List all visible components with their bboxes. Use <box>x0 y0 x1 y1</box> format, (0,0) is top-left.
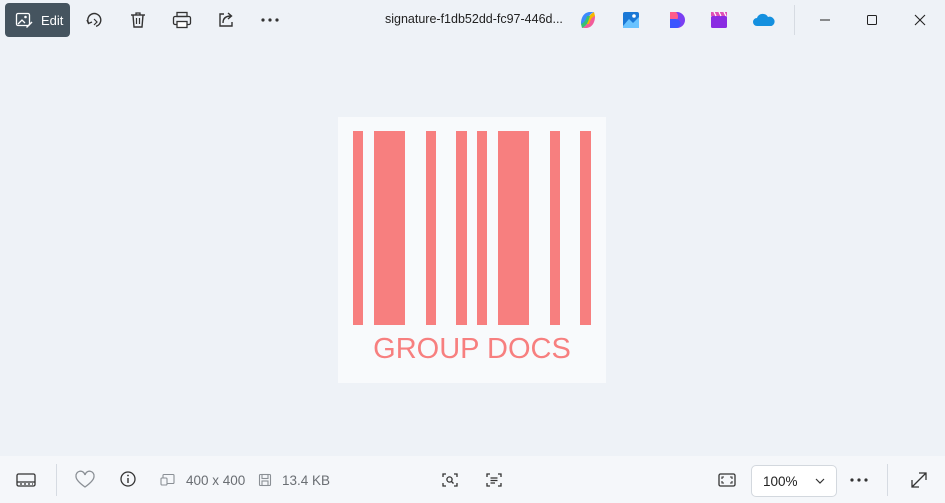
minimize-button[interactable] <box>803 5 847 35</box>
rotate-icon <box>86 12 102 27</box>
clipchamp-app-button[interactable] <box>665 9 687 31</box>
edit-button[interactable]: Edit <box>5 3 70 37</box>
minimize-icon <box>820 19 830 21</box>
barcode-caption: GROUP DOCS <box>373 333 571 365</box>
video-editor-app-button[interactable] <box>708 9 730 31</box>
maximize-icon <box>867 15 877 25</box>
filmstrip-icon <box>16 473 36 487</box>
fit-to-window-button[interactable] <box>714 467 740 493</box>
barcode-bars <box>353 131 591 325</box>
onedrive-app-button[interactable] <box>752 9 775 31</box>
visual-search-button[interactable] <box>437 467 463 493</box>
maximize-button[interactable] <box>850 5 894 35</box>
heart-icon <box>75 470 95 488</box>
copilot-icon <box>581 12 595 28</box>
fullscreen-button[interactable] <box>906 467 932 493</box>
onedrive-icon <box>753 13 775 26</box>
file-name: signature-f1db52dd-fc97-446d... <box>385 12 563 26</box>
file-size: 13.4 KB <box>282 473 331 488</box>
share-button[interactable] <box>210 5 242 35</box>
clapperboard-icon <box>711 11 727 28</box>
copilot-app-button[interactable] <box>577 9 599 31</box>
title-bar: Edit signature-f1db52dd-fc97-446d... <box>0 0 945 40</box>
edit-label: Edit <box>41 12 64 28</box>
close-icon <box>914 14 926 26</box>
more-view-options-button[interactable] <box>846 467 872 493</box>
photos-app-button[interactable] <box>620 9 642 31</box>
more-options-button[interactable] <box>254 5 286 35</box>
file-size-icon <box>258 473 272 487</box>
info-button[interactable] <box>115 467 141 493</box>
status-divider <box>56 464 57 496</box>
rotate-button[interactable] <box>78 5 110 35</box>
close-button[interactable] <box>898 5 942 35</box>
info-icon <box>120 471 136 487</box>
edit-image-icon <box>15 12 33 28</box>
more-icon <box>261 18 279 22</box>
dimensions-icon <box>160 473 175 486</box>
trash-icon <box>131 12 145 28</box>
toolbar-divider <box>794 5 795 35</box>
text-scan-icon <box>486 473 502 487</box>
barcode-image: GROUP DOCS <box>353 131 591 365</box>
printer-icon <box>172 11 192 29</box>
text-recognition-button[interactable] <box>481 467 507 493</box>
image-dimensions: 400 x 400 <box>186 473 246 488</box>
fit-window-icon <box>718 473 736 487</box>
filmstrip-toggle-button[interactable] <box>13 467 39 493</box>
expand-icon <box>911 472 927 488</box>
zoom-level-dropdown[interactable]: 100% <box>751 465 837 497</box>
more-icon <box>850 478 868 482</box>
share-icon <box>219 12 233 27</box>
zoom-level-value: 100% <box>763 473 798 489</box>
print-button[interactable] <box>166 5 198 35</box>
delete-button[interactable] <box>122 5 154 35</box>
status-divider <box>887 464 888 496</box>
image-preview[interactable]: GROUP DOCS <box>338 117 606 383</box>
visual-search-icon <box>442 473 458 487</box>
chevron-down-icon <box>815 478 825 484</box>
favorite-button[interactable] <box>72 467 98 493</box>
photos-icon <box>623 12 639 28</box>
clipchamp-icon <box>670 12 685 28</box>
